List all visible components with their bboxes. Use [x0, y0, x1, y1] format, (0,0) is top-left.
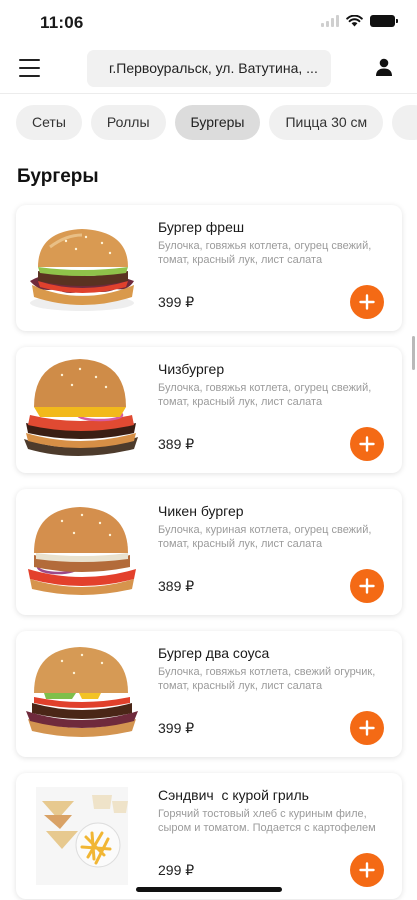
- plus-icon: [359, 862, 375, 878]
- product-description: Булочка, говяжья котлета, огурец свежий,…: [158, 382, 372, 408]
- product-card[interactable]: Чизбургер Булочка, говяжья котлета, огур…: [16, 347, 402, 473]
- status-bar: 11:06: [0, 0, 417, 46]
- plus-icon: [359, 294, 375, 310]
- add-to-cart-button[interactable]: [350, 285, 384, 319]
- product-price: 399 ₽: [158, 294, 195, 310]
- product-price: 399 ₽: [158, 720, 195, 736]
- product-price: 389 ₽: [158, 578, 195, 594]
- product-description: Булочка, куриная котлета, огурец свежий,…: [158, 524, 372, 550]
- category-chip-sets[interactable]: Сеты: [16, 105, 82, 140]
- category-chip-burgers[interactable]: Бургеры: [174, 105, 261, 140]
- product-list: Бургер фреш Булочка, говяжья котлета, ог…: [16, 205, 402, 900]
- signal-icon: [321, 15, 339, 27]
- app-header: г.Первоуральск, ул. Ватутина, ...: [0, 47, 417, 89]
- cheeseburger-photo: [24, 359, 138, 456]
- category-tabs: Сеты Роллы Бургеры Пицца 30 см: [16, 105, 417, 140]
- burger-photo: [30, 229, 134, 311]
- scrollbar[interactable]: [412, 336, 415, 370]
- status-time: 11:06: [40, 13, 84, 32]
- category-chip-next[interactable]: [392, 105, 417, 140]
- wifi-icon: [346, 15, 363, 27]
- category-chip-rolls[interactable]: Роллы: [90, 105, 166, 140]
- add-to-cart-button[interactable]: [350, 711, 384, 745]
- product-name: Сэндвич с курой гриль: [158, 787, 309, 803]
- product-price: 299 ₽: [158, 862, 195, 878]
- product-description: Булочка, говяжья котлета, свежий огурчик…: [158, 666, 376, 692]
- section-title: Бургеры: [17, 166, 99, 187]
- status-icons: [321, 15, 398, 27]
- add-to-cart-button[interactable]: [350, 853, 384, 887]
- product-card[interactable]: Бургер фреш Булочка, говяжья котлета, ог…: [16, 205, 402, 331]
- product-name: Бургер фреш: [158, 219, 245, 235]
- battery-icon: [370, 15, 398, 27]
- user-icon[interactable]: [374, 57, 394, 77]
- plus-icon: [359, 436, 375, 452]
- sandwich-fries-photo: [36, 787, 128, 885]
- chicken-burger-photo: [28, 507, 136, 595]
- plus-icon: [359, 720, 375, 736]
- delivery-address-field[interactable]: г.Первоуральск, ул. Ватутина, ...: [87, 50, 331, 87]
- two-sauce-burger-photo: [26, 647, 138, 737]
- product-name: Чизбургер: [158, 361, 225, 377]
- add-to-cart-button[interactable]: [350, 427, 384, 461]
- add-to-cart-button[interactable]: [350, 569, 384, 603]
- product-description: Булочка, говяжья котлета, огурец свежий,…: [158, 240, 372, 266]
- hamburger-menu-icon[interactable]: [19, 59, 40, 77]
- plus-icon: [359, 578, 375, 594]
- category-chip-pizza[interactable]: Пицца 30 см: [269, 105, 384, 140]
- product-price: 389 ₽: [158, 436, 195, 452]
- product-card[interactable]: Чикен бургер Булочка, куриная котлета, о…: [16, 489, 402, 615]
- header-divider: [0, 93, 417, 94]
- product-card[interactable]: Сэндвич с курой гриль Горячий тостовый х…: [16, 773, 402, 899]
- product-name: Бургер два соуса: [158, 645, 270, 661]
- product-card[interactable]: Бургер два соуса Булочка, говяжья котлет…: [16, 631, 402, 757]
- product-name: Чикен бургер: [158, 503, 244, 519]
- product-description: Горячий тостовый хлеб с куриным филе, сы…: [158, 808, 376, 834]
- home-indicator[interactable]: [136, 887, 282, 892]
